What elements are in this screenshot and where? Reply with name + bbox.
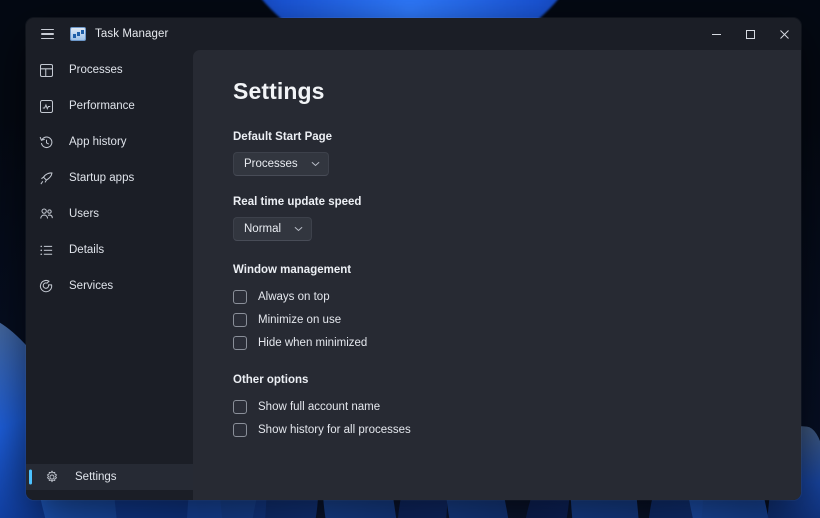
checkbox-show-full-account-name[interactable]: Show full account name bbox=[233, 395, 380, 418]
update-speed-label: Real time update speed bbox=[233, 196, 362, 208]
sidebar-item-settings[interactable]: Settings bbox=[26, 464, 193, 490]
page-title: Settings bbox=[233, 78, 325, 104]
default-start-page-dropdown[interactable]: Processes bbox=[233, 152, 329, 176]
close-button[interactable] bbox=[767, 18, 801, 50]
sidebar-item-label: App history bbox=[69, 136, 127, 148]
checkbox-box[interactable] bbox=[233, 399, 247, 414]
checkbox-hide-when-minimized[interactable]: Hide when minimized bbox=[233, 331, 367, 354]
chevron-down-icon bbox=[294, 226, 303, 232]
section-window-management: Window management Always on top Minimize… bbox=[233, 264, 801, 354]
dropdown-value: Processes bbox=[244, 158, 298, 170]
window-body: Processes Performance App history Startu… bbox=[26, 50, 801, 500]
update-speed-dropdown[interactable]: Normal bbox=[233, 217, 313, 241]
sidebar-item-processes[interactable]: Processes bbox=[30, 56, 187, 84]
startup-apps-icon bbox=[36, 169, 56, 187]
sidebar-item-services[interactable]: Services bbox=[30, 272, 187, 300]
app-history-icon bbox=[36, 133, 56, 151]
sidebar-item-startup-apps[interactable]: Startup apps bbox=[30, 164, 187, 192]
sidebar-item-label: Processes bbox=[69, 64, 123, 76]
users-icon bbox=[36, 205, 56, 223]
sidebar-item-details[interactable]: Details bbox=[30, 236, 187, 264]
minimize-button[interactable] bbox=[699, 18, 733, 50]
window-management-options: Always on top Minimize on use Hide when … bbox=[233, 285, 801, 354]
default-start-page-label: Default Start Page bbox=[233, 131, 333, 143]
checkbox-label: Show full account name bbox=[258, 400, 381, 413]
sidebar-item-label: Users bbox=[69, 208, 100, 220]
checkbox-label: Show history for all processes bbox=[258, 423, 411, 436]
sidebar-item-label: Performance bbox=[69, 100, 135, 112]
sidebar-item-label: Settings bbox=[75, 471, 117, 483]
other-options-label: Other options bbox=[233, 374, 309, 386]
sidebar-item-performance[interactable]: Performance bbox=[30, 92, 187, 120]
sidebar-item-label: Startup apps bbox=[69, 172, 135, 184]
performance-icon bbox=[36, 97, 56, 115]
sidebar-item-users[interactable]: Users bbox=[30, 200, 187, 228]
processes-icon bbox=[36, 61, 56, 79]
window-controls bbox=[699, 18, 801, 50]
sidebar-item-label: Services bbox=[69, 280, 114, 292]
details-icon bbox=[36, 241, 56, 259]
app-title: Task Manager bbox=[95, 28, 169, 40]
title-bar: Task Manager bbox=[26, 18, 801, 50]
checkbox-label: Minimize on use bbox=[258, 313, 342, 326]
window-management-label: Window management bbox=[233, 264, 352, 276]
gear-icon bbox=[42, 468, 62, 486]
checkbox-label: Always on top bbox=[258, 290, 330, 303]
settings-content: Settings Default Start Page Processes Re… bbox=[193, 50, 801, 500]
other-options-list: Show full account name Show history for … bbox=[233, 395, 801, 441]
services-icon bbox=[36, 277, 56, 295]
dropdown-value: Normal bbox=[244, 223, 282, 235]
checkbox-always-on-top[interactable]: Always on top bbox=[233, 285, 330, 308]
task-manager-icon bbox=[70, 27, 86, 41]
checkbox-box[interactable] bbox=[233, 335, 247, 350]
chevron-down-icon bbox=[311, 161, 320, 167]
checkbox-box[interactable] bbox=[233, 312, 247, 327]
checkbox-box[interactable] bbox=[233, 422, 247, 437]
section-update-speed: Real time update speed Normal bbox=[233, 196, 801, 241]
hamburger-menu-icon[interactable] bbox=[32, 18, 62, 50]
maximize-button[interactable] bbox=[733, 18, 767, 50]
checkbox-minimize-on-use[interactable]: Minimize on use bbox=[233, 308, 341, 331]
desktop-wallpaper: Task Manager Processes Performance App h… bbox=[0, 0, 820, 518]
section-default-start-page: Default Start Page Processes bbox=[233, 131, 801, 176]
sidebar: Processes Performance App history Startu… bbox=[26, 50, 193, 500]
checkbox-show-history-all-processes[interactable]: Show history for all processes bbox=[233, 418, 411, 441]
section-other-options: Other options Show full account name Sho… bbox=[233, 374, 801, 441]
sidebar-item-label: Details bbox=[69, 244, 105, 256]
checkbox-label: Hide when minimized bbox=[258, 336, 368, 349]
checkbox-box[interactable] bbox=[233, 289, 247, 304]
sidebar-item-app-history[interactable]: App history bbox=[30, 128, 187, 156]
selection-indicator bbox=[29, 469, 32, 485]
task-manager-window: Task Manager Processes Performance App h… bbox=[26, 18, 801, 500]
